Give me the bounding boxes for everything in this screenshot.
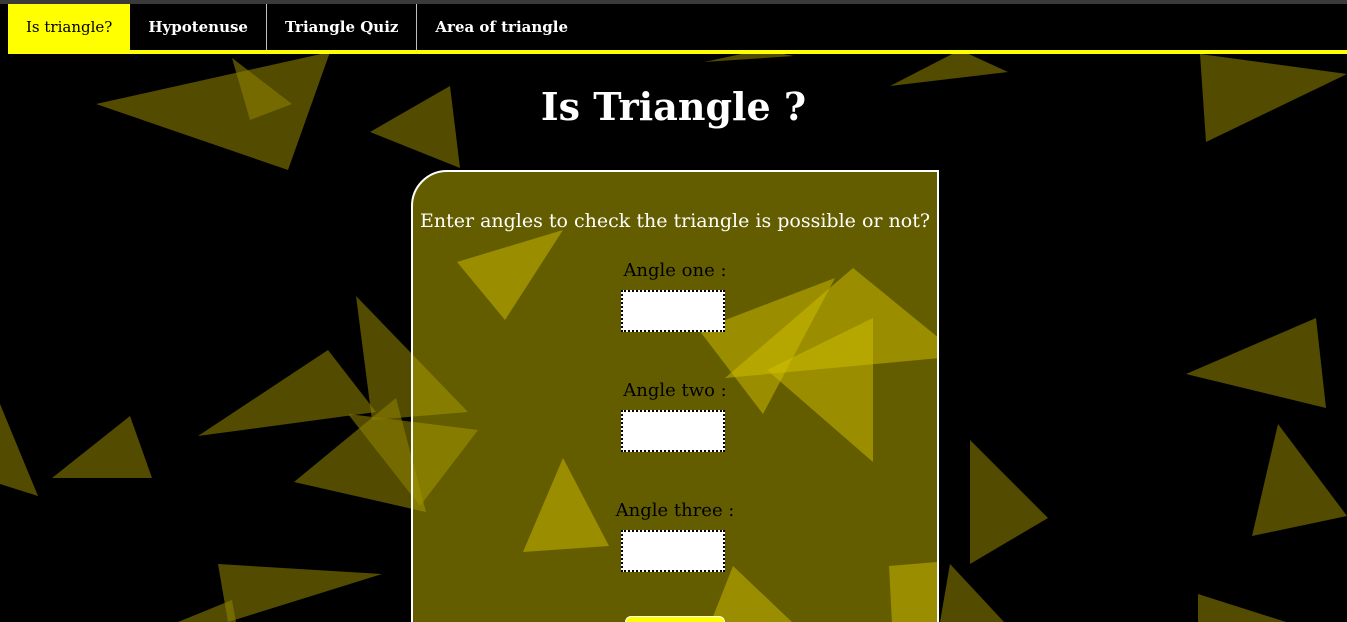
angle-three-input[interactable] bbox=[621, 530, 725, 572]
card-triangle bbox=[710, 566, 792, 622]
nav-is-triangle[interactable]: Is triangle? bbox=[8, 4, 131, 50]
card-triangle bbox=[889, 562, 937, 622]
background-triangle bbox=[218, 564, 382, 622]
angle-one-label: Angle one : bbox=[623, 260, 727, 281]
background-triangle bbox=[198, 350, 376, 436]
background-triangle bbox=[178, 600, 236, 622]
background-triangle bbox=[1252, 424, 1347, 536]
background-triangle bbox=[1186, 318, 1326, 408]
top-nav: Is triangle? Hypotenuse Triangle Quiz Ar… bbox=[8, 4, 1347, 54]
background-triangle bbox=[0, 404, 38, 496]
background-triangle bbox=[970, 440, 1048, 564]
angle-one-input[interactable] bbox=[621, 290, 725, 332]
nav-triangle-quiz[interactable]: Triangle Quiz bbox=[267, 4, 418, 50]
check-button[interactable] bbox=[625, 616, 725, 622]
nav-area-of-triangle[interactable]: Area of triangle bbox=[417, 4, 586, 50]
background-triangle bbox=[890, 50, 1008, 86]
app-window: Is triangle? Hypotenuse Triangle Quiz Ar… bbox=[0, 0, 1347, 622]
nav-hypotenuse[interactable]: Hypotenuse bbox=[130, 4, 267, 50]
angle-two-input[interactable] bbox=[621, 410, 725, 452]
background-triangle bbox=[52, 416, 152, 478]
background-triangle bbox=[940, 564, 1004, 622]
angle-three-label: Angle three : bbox=[615, 500, 735, 521]
page-title: Is Triangle ? bbox=[540, 84, 807, 129]
angle-form-card: Enter angles to check the triangle is po… bbox=[411, 170, 939, 622]
angle-two-label: Angle two : bbox=[623, 380, 727, 401]
background-triangle bbox=[1198, 594, 1286, 622]
form-prompt: Enter angles to check the triangle is po… bbox=[419, 210, 931, 232]
